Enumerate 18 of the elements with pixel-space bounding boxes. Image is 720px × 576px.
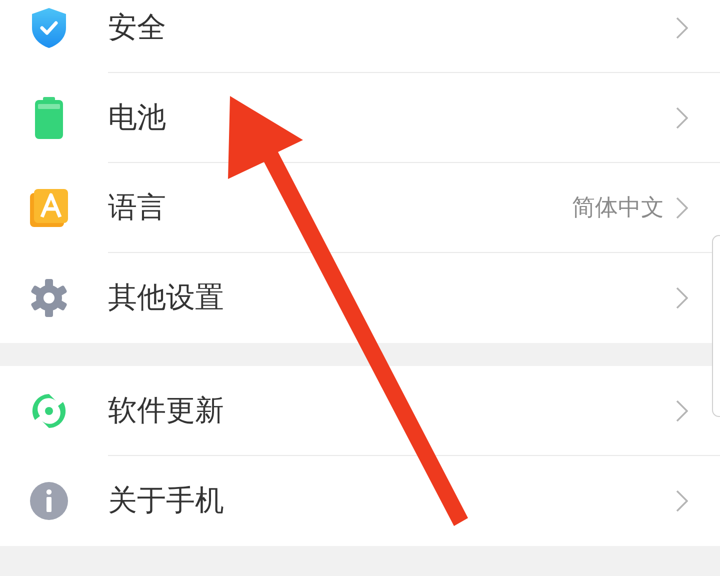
gear-icon	[29, 278, 69, 318]
item-value: 简体中文	[572, 194, 664, 223]
chevron-icon	[676, 400, 688, 422]
chevron-icon	[676, 196, 688, 218]
settings-item[interactable]: 关于手机	[108, 481, 676, 521]
shield-icon	[29, 6, 69, 50]
chevron-icon	[676, 490, 688, 512]
chevron-icon	[676, 287, 688, 309]
settings-item[interactable]: 软件更新	[108, 390, 676, 430]
chevron-icon	[676, 16, 688, 38]
settings-item[interactable]: 安全	[108, 8, 676, 48]
info-icon	[29, 481, 69, 521]
settings-item[interactable]: 其他设置	[108, 278, 676, 318]
chevron-icon	[676, 106, 688, 128]
settings-item[interactable]: 电池	[108, 98, 676, 138]
settings-item[interactable]: 语言	[108, 188, 572, 228]
battery-icon	[33, 96, 65, 140]
letter-a-icon	[29, 188, 69, 228]
